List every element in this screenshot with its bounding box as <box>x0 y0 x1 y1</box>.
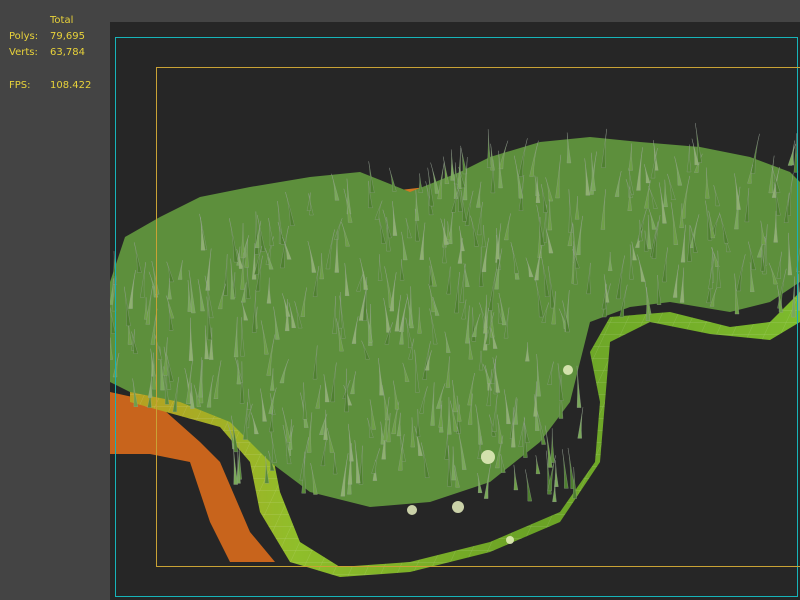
grass-blade <box>418 173 424 193</box>
stats-total-header: Total <box>50 15 74 26</box>
grass-blade <box>457 147 462 189</box>
stats-polys-label: Polys: <box>9 31 39 42</box>
grass-blade <box>793 133 799 173</box>
grass-blade <box>550 428 555 463</box>
grass-blade <box>525 469 533 502</box>
3d-viewport[interactable] <box>110 22 800 600</box>
grass-blade <box>450 149 455 181</box>
grass-blade <box>486 129 492 168</box>
grass-blade <box>577 407 584 439</box>
stats-verts-value: 63,784 <box>50 47 85 58</box>
grass-blade <box>576 365 582 408</box>
grass-blade <box>787 143 796 166</box>
grass-blade <box>513 464 519 491</box>
statistics-overlay: Total Polys: 79,695 Verts: 63,784 FPS: 1… <box>0 0 110 110</box>
grass-blade <box>535 455 541 475</box>
grass-blade <box>544 425 553 468</box>
viewport-header-strip <box>110 0 800 22</box>
stats-verts-label: Verts: <box>9 47 38 58</box>
grass-blade <box>460 145 468 175</box>
stats-fps-value: 108.422 <box>50 80 92 91</box>
stats-fps-label: FPS: <box>9 80 31 91</box>
stats-polys-value: 79,695 <box>50 31 85 42</box>
grass-blade <box>562 449 569 489</box>
grass-mesh-wireframe <box>110 122 800 577</box>
